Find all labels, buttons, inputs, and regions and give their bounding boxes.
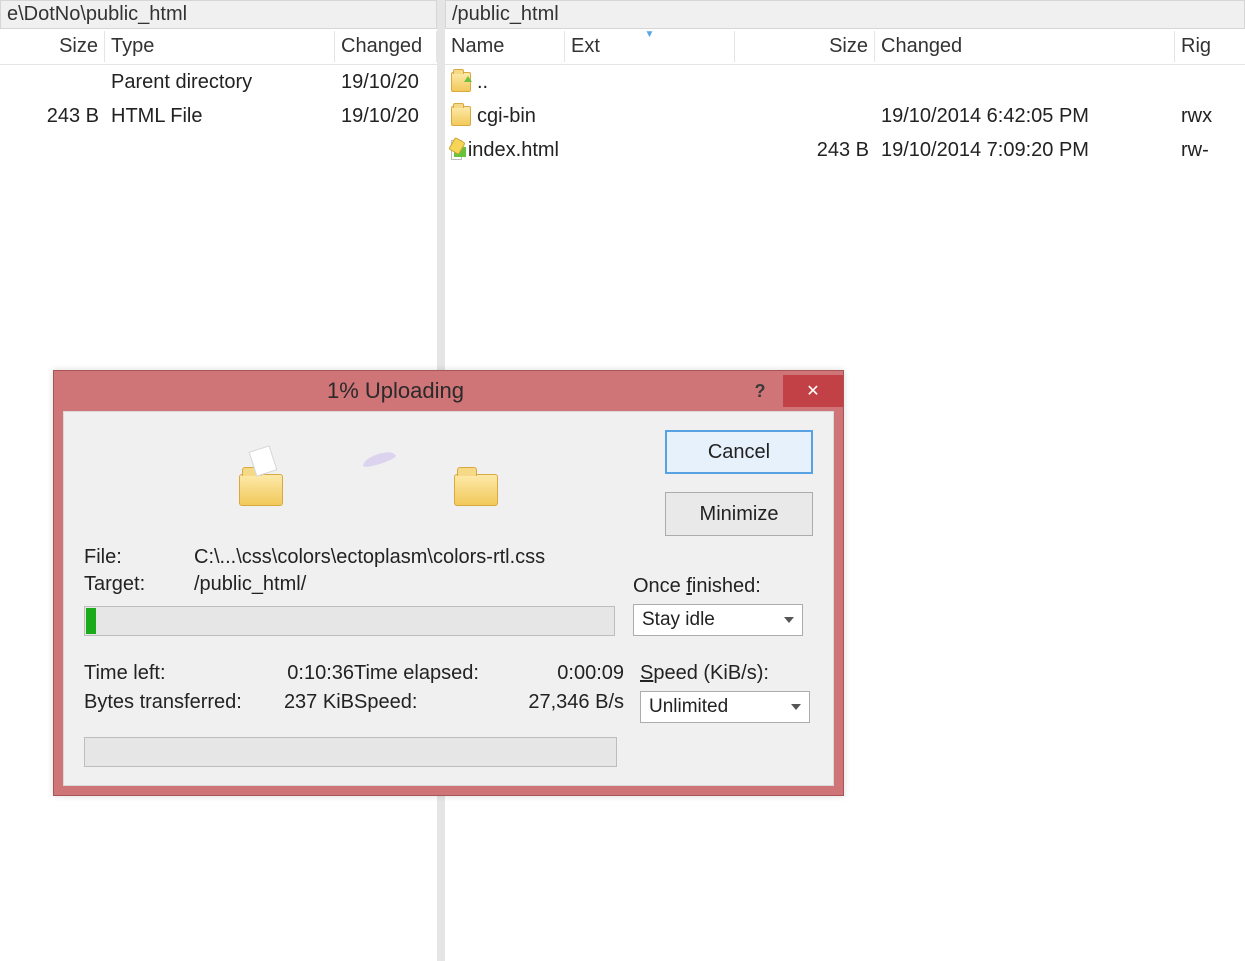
time-left-value: 0:10:36 xyxy=(264,662,354,685)
cell-size xyxy=(0,80,105,84)
cell-size xyxy=(735,114,875,118)
remote-path-bar[interactable]: /public_html xyxy=(445,0,1245,29)
once-finished-value: Stay idle xyxy=(642,609,715,631)
html-file-icon xyxy=(451,140,462,160)
time-elapsed-label: Time elapsed: xyxy=(354,662,504,685)
close-button[interactable]: ✕ xyxy=(783,375,843,407)
target-label: Target: xyxy=(84,573,194,596)
file-value: C:\...\css\colors\ectoplasm\colors-rtl.c… xyxy=(194,546,615,569)
source-folder-icon xyxy=(239,474,283,506)
col-size[interactable]: Size xyxy=(735,31,875,62)
cell-changed: 19/10/2014 7:09:20 PM xyxy=(875,137,1175,164)
speed-value: 27,346 B/s xyxy=(504,691,624,714)
cell-changed: 19/10/20 xyxy=(335,103,437,130)
col-size[interactable]: Size xyxy=(0,31,105,62)
speed-limit-label: Speed (KiB/s): xyxy=(640,662,813,685)
cell-size xyxy=(735,80,875,84)
cell-ext xyxy=(565,114,735,118)
dialog-title: 1% Uploading xyxy=(54,378,737,404)
col-type[interactable]: Type xyxy=(105,31,335,62)
cell-rights: rwx xyxy=(1175,103,1245,130)
cell-size: 243 B xyxy=(0,103,105,130)
table-row[interactable]: 243 B HTML File 19/10/20 xyxy=(0,99,437,133)
cell-changed: 19/10/20 xyxy=(335,69,437,96)
overall-progress-bar xyxy=(84,737,617,767)
cell-rights xyxy=(1175,80,1245,84)
once-finished-select[interactable]: Stay idle xyxy=(633,604,803,636)
flying-paper-icon xyxy=(361,449,396,469)
cell-ext xyxy=(565,80,735,84)
bytes-transferred-value: 237 KiB xyxy=(264,691,354,714)
speed-limit-select[interactable]: Unlimited xyxy=(640,691,810,723)
local-path-bar[interactable]: e\DotNo\public_html xyxy=(0,0,437,29)
help-button[interactable]: ? xyxy=(737,375,783,407)
dialog-titlebar[interactable]: 1% Uploading ? ✕ xyxy=(54,371,843,411)
speed-limit-value: Unlimited xyxy=(649,696,728,718)
parent-folder-icon xyxy=(451,72,471,92)
transfer-animation xyxy=(84,430,649,520)
upload-progress-dialog: 1% Uploading ? ✕ Cancel Minimize File: C… xyxy=(53,370,844,796)
cell-rights: rw- xyxy=(1175,137,1245,164)
table-row[interactable]: cgi-bin 19/10/2014 6:42:05 PM rwx xyxy=(445,99,1245,133)
once-finished-label: Once finished: xyxy=(633,575,813,598)
target-folder-icon xyxy=(454,474,498,506)
col-name[interactable]: Name xyxy=(445,31,565,62)
cancel-button[interactable]: Cancel xyxy=(665,430,813,474)
file-label: File: xyxy=(84,546,194,569)
time-left-label: Time left: xyxy=(84,662,264,685)
col-changed[interactable]: Changed xyxy=(875,31,1175,62)
cell-name: cgi-bin xyxy=(477,105,536,128)
table-row[interactable]: index.html 243 B 19/10/2014 7:09:20 PM r… xyxy=(445,133,1245,167)
file-progress-fill xyxy=(86,608,96,634)
chevron-down-icon xyxy=(791,704,801,710)
speed-label: Speed: xyxy=(354,691,504,714)
col-ext-label: Ext xyxy=(571,35,600,57)
cell-type: HTML File xyxy=(105,103,335,130)
col-rights[interactable]: Rig xyxy=(1175,31,1245,62)
cell-ext xyxy=(565,148,735,152)
folder-icon xyxy=(451,106,471,126)
cell-size: 243 B xyxy=(735,137,875,164)
table-row[interactable]: .. xyxy=(445,65,1245,99)
col-ext[interactable]: ▼ Ext xyxy=(565,31,735,62)
col-changed[interactable]: Changed xyxy=(335,31,437,62)
target-value: /public_html/ xyxy=(194,573,615,596)
sort-indicator-icon: ▼ xyxy=(645,31,655,40)
minimize-button[interactable]: Minimize xyxy=(665,492,813,536)
bytes-transferred-label: Bytes transferred: xyxy=(84,691,264,714)
file-progress-bar xyxy=(84,606,615,636)
remote-columns-header[interactable]: Name ▼ Ext Size Changed Rig xyxy=(445,29,1245,65)
cell-type: Parent directory xyxy=(105,69,335,96)
cell-name: .. xyxy=(477,71,488,94)
cell-changed: 19/10/2014 6:42:05 PM xyxy=(875,103,1175,130)
table-row[interactable]: Parent directory 19/10/20 xyxy=(0,65,437,99)
cell-changed xyxy=(875,80,1175,84)
chevron-down-icon xyxy=(784,617,794,623)
time-elapsed-value: 0:00:09 xyxy=(504,662,624,685)
local-columns-header[interactable]: Size Type Changed xyxy=(0,29,437,65)
cell-name: index.html xyxy=(468,139,559,162)
